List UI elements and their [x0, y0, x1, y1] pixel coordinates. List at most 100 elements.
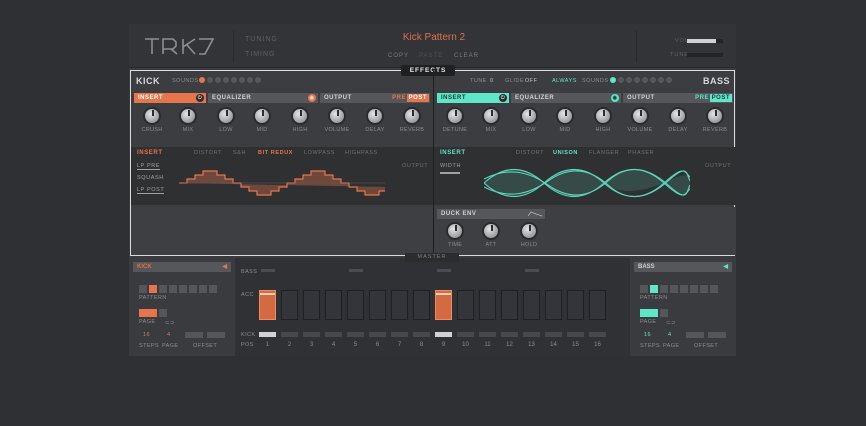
- pattern-slot[interactable]: [159, 285, 167, 293]
- crush-knob[interactable]: CRUSH: [137, 107, 167, 133]
- bass-output-bar[interactable]: OUTPUT PRE POST: [623, 93, 733, 103]
- step-pad[interactable]: [369, 290, 386, 320]
- step-pad[interactable]: [281, 290, 298, 320]
- mix-knob[interactable]: MIX: [476, 107, 506, 133]
- bass-lane-marker[interactable]: [525, 269, 539, 272]
- tune-meter[interactable]: [687, 53, 723, 57]
- kick-lane-cell[interactable]: [545, 332, 562, 337]
- squash-option[interactable]: SQUASH: [137, 175, 164, 181]
- delay-knob[interactable]: DELAY: [360, 107, 390, 133]
- sound-dot[interactable]: [642, 77, 648, 83]
- mid-knob[interactable]: MID: [550, 107, 580, 133]
- step-pad[interactable]: [259, 290, 276, 320]
- bit-redux-option[interactable]: BIT REDUX: [258, 150, 293, 156]
- pattern-slot[interactable]: [710, 285, 718, 293]
- sound-dot[interactable]: [199, 77, 205, 83]
- kick-output-bar[interactable]: OUTPUT PRE POST: [320, 93, 430, 103]
- sound-dot[interactable]: [247, 77, 253, 83]
- unison-option[interactable]: UNISON: [553, 150, 578, 156]
- sound-dot[interactable]: [231, 77, 237, 83]
- kick-lane-cell[interactable]: [369, 332, 386, 337]
- step-pad[interactable]: [325, 290, 342, 320]
- page-value[interactable]: 4: [668, 332, 671, 338]
- sound-dot[interactable]: [255, 77, 261, 83]
- tune-value[interactable]: 0: [490, 78, 494, 84]
- highpass-option[interactable]: HIGHPASS: [345, 150, 378, 156]
- page-toggle[interactable]: [660, 309, 668, 317]
- link-icon[interactable]: ⊂⊃: [165, 320, 175, 326]
- low-knob[interactable]: LOW: [211, 107, 241, 133]
- pattern-slot[interactable]: [700, 285, 708, 293]
- kick-lane-cell[interactable]: [589, 332, 606, 337]
- pattern-slot[interactable]: [179, 285, 187, 293]
- offset-left[interactable]: [686, 332, 704, 338]
- phaser-option[interactable]: PHASER: [628, 150, 654, 156]
- kick-lane-cell[interactable]: [523, 332, 540, 337]
- copy-button[interactable]: COPY: [388, 53, 409, 59]
- step-pad[interactable]: [347, 290, 364, 320]
- bass-insert-bar[interactable]: INSERT ⏻: [437, 93, 509, 103]
- hold-knob[interactable]: HOLD: [514, 222, 544, 248]
- detune-knob[interactable]: DETUNE: [440, 107, 470, 133]
- step-pad[interactable]: [391, 290, 408, 320]
- kick-lane-cell[interactable]: [479, 332, 496, 337]
- pattern-slot[interactable]: [690, 285, 698, 293]
- power-icon[interactable]: ⏻: [196, 94, 204, 102]
- kick-eq-bar[interactable]: EQUALIZER ◉: [208, 93, 318, 103]
- page-toggle[interactable]: [159, 309, 167, 317]
- mix-knob[interactable]: MIX: [173, 107, 203, 133]
- sound-dot[interactable]: [239, 77, 245, 83]
- pattern-slot[interactable]: [149, 285, 157, 293]
- bass-lane-marker[interactable]: [437, 269, 451, 272]
- bass-eq-bar[interactable]: EQUALIZER ◉: [511, 93, 621, 103]
- sound-dot[interactable]: [610, 77, 616, 83]
- time-knob[interactable]: TIME: [440, 222, 470, 248]
- glide-value[interactable]: OFF: [525, 78, 538, 84]
- pre-toggle[interactable]: PRE: [392, 93, 406, 103]
- att-knob[interactable]: ATT: [476, 222, 506, 248]
- pattern-title[interactable]: Kick Pattern 2: [359, 32, 509, 43]
- pattern-slot[interactable]: [640, 285, 648, 293]
- kick-lane-cell[interactable]: [281, 332, 298, 337]
- reverb-knob[interactable]: REVERB: [700, 107, 730, 133]
- pattern-slot[interactable]: [139, 285, 147, 293]
- speaker-icon[interactable]: ◀: [222, 262, 227, 272]
- eq-toggle-icon[interactable]: ◉: [308, 94, 316, 102]
- vol-meter[interactable]: [687, 39, 723, 43]
- distort-option[interactable]: DISTORT: [516, 150, 544, 156]
- page-value[interactable]: 4: [167, 332, 170, 338]
- offset-right[interactable]: [708, 332, 726, 338]
- volume-knob[interactable]: VOLUME: [625, 107, 655, 133]
- lp-post-option[interactable]: LP POST: [137, 187, 165, 194]
- step-pad[interactable]: [479, 290, 496, 320]
- width-slider[interactable]: [440, 172, 460, 174]
- sound-dot[interactable]: [223, 77, 229, 83]
- s-and-h-option[interactable]: S&H: [233, 150, 246, 156]
- kick-lane-cell[interactable]: [325, 332, 342, 337]
- sound-dot[interactable]: [650, 77, 656, 83]
- page-toggle[interactable]: [139, 309, 157, 317]
- sound-dot[interactable]: [207, 77, 213, 83]
- steps-value[interactable]: 16: [143, 332, 150, 338]
- speaker-icon[interactable]: ◀: [723, 262, 728, 272]
- kick-lane-cell[interactable]: [501, 332, 518, 337]
- step-pad[interactable]: [435, 290, 452, 320]
- step-pad[interactable]: [523, 290, 540, 320]
- post-toggle[interactable]: POST: [709, 94, 732, 102]
- power-icon[interactable]: ⏻: [499, 94, 507, 102]
- pre-toggle[interactable]: PRE: [695, 93, 709, 103]
- pattern-slot[interactable]: [199, 285, 207, 293]
- offset-left[interactable]: [185, 332, 203, 338]
- step-pad[interactable]: [303, 290, 320, 320]
- sound-dot[interactable]: [666, 77, 672, 83]
- kick-lane-cell[interactable]: [391, 332, 408, 337]
- kick-insert-bar[interactable]: INSERT ⏻: [134, 93, 206, 103]
- pattern-slot[interactable]: [650, 285, 658, 293]
- bass-lane-marker[interactable]: [261, 269, 275, 272]
- step-pad[interactable]: [589, 290, 606, 320]
- kick-lane-cell[interactable]: [457, 332, 474, 337]
- high-knob[interactable]: HIGH: [285, 107, 315, 133]
- step-pad[interactable]: [545, 290, 562, 320]
- step-pad[interactable]: [567, 290, 584, 320]
- pattern-slot[interactable]: [680, 285, 688, 293]
